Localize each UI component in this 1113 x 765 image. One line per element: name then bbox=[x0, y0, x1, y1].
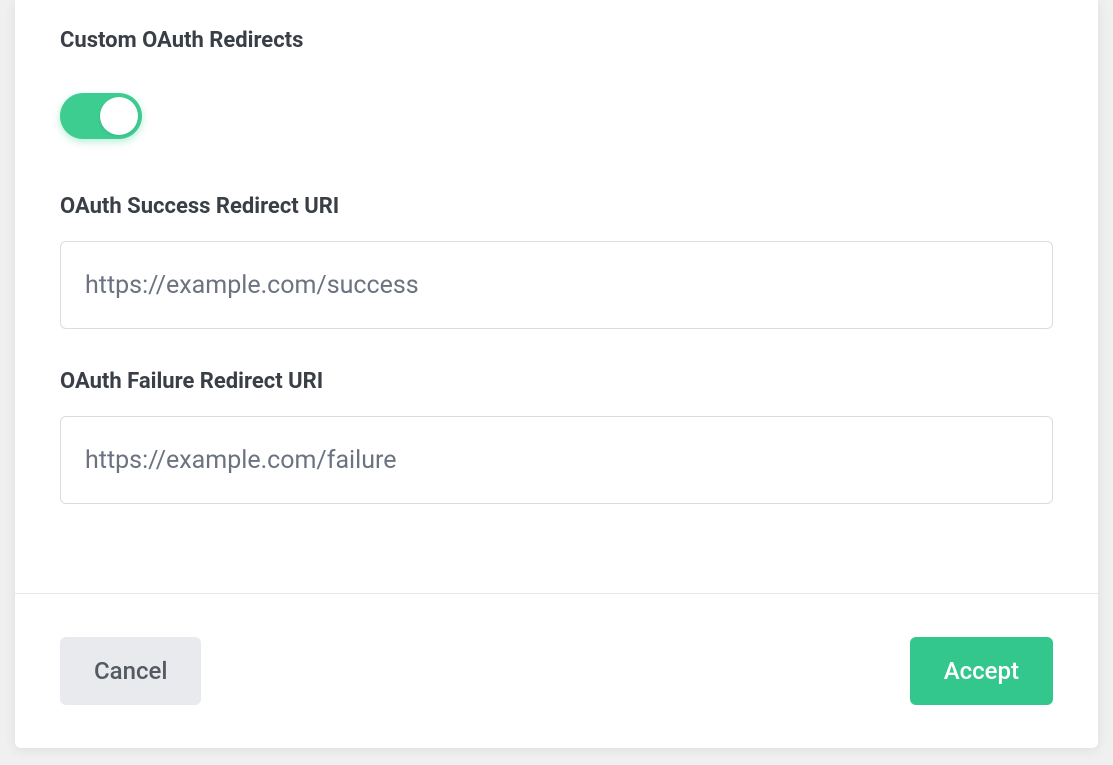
oauth-settings-modal: Custom OAuth Redirects OAuth Success Red… bbox=[15, 0, 1098, 748]
success-uri-field: OAuth Success Redirect URI bbox=[60, 194, 1053, 329]
toggle-slider bbox=[60, 93, 142, 139]
custom-oauth-redirects-toggle[interactable] bbox=[60, 93, 142, 139]
section-title: Custom OAuth Redirects bbox=[60, 28, 1053, 53]
failure-uri-input[interactable] bbox=[60, 416, 1053, 504]
cancel-button[interactable]: Cancel bbox=[60, 637, 201, 705]
success-uri-label: OAuth Success Redirect URI bbox=[60, 194, 1053, 219]
failure-uri-field: OAuth Failure Redirect URI bbox=[60, 369, 1053, 504]
failure-uri-label: OAuth Failure Redirect URI bbox=[60, 369, 1053, 394]
modal-body: Custom OAuth Redirects OAuth Success Red… bbox=[15, 0, 1098, 593]
success-uri-input[interactable] bbox=[60, 241, 1053, 329]
accept-button[interactable]: Accept bbox=[910, 637, 1053, 705]
modal-footer: Cancel Accept bbox=[15, 593, 1098, 748]
